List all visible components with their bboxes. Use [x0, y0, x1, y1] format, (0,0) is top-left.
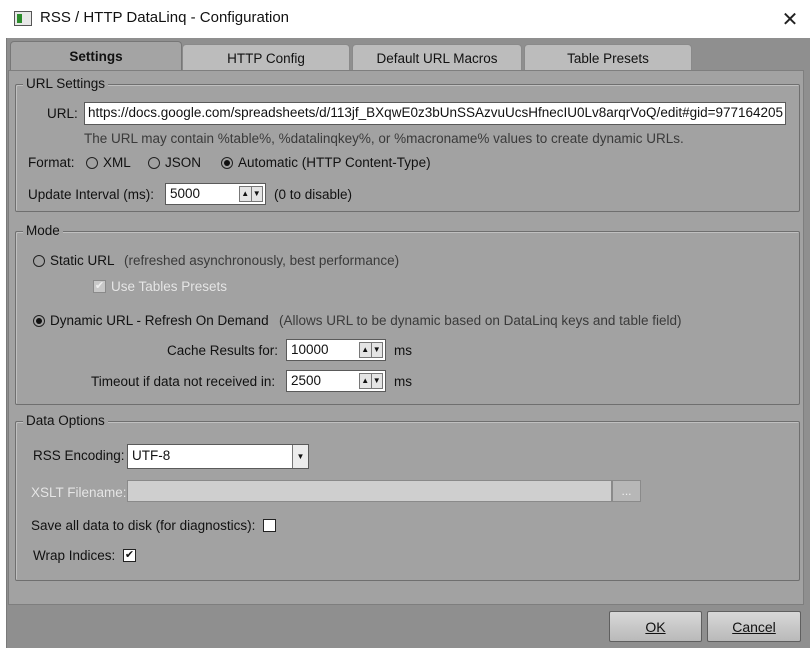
format-xml-radio[interactable] [86, 157, 98, 169]
use-tables-presets-label: Use Tables Presets [111, 279, 228, 294]
cache-results-stepper[interactable]: 10000 ▲ ▼ [286, 339, 386, 361]
timeout-stepper[interactable]: 2500 ▲ ▼ [286, 370, 386, 392]
format-json-radio[interactable] [148, 157, 160, 169]
spin-down-icon[interactable]: ▼ [370, 374, 383, 388]
rss-encoding-select[interactable]: UTF-8 ▼ [127, 444, 309, 469]
cache-results-unit: ms [394, 343, 412, 358]
save-disk-label: Save all data to disk (for diagnostics): [31, 518, 256, 533]
update-interval-hint: (0 to disable) [274, 187, 353, 202]
update-interval-spin-buttons[interactable]: ▲ ▼ [239, 186, 263, 202]
url-label: URL: [47, 106, 78, 121]
tab-settings[interactable]: Settings [10, 41, 182, 71]
format-automatic-radio[interactable] [221, 157, 233, 169]
spin-up-icon[interactable]: ▲ [240, 187, 251, 201]
timeout-spin-buttons[interactable]: ▲ ▼ [359, 373, 383, 389]
chevron-down-icon[interactable]: ▼ [292, 445, 308, 468]
window-title: RSS / HTTP DataLinq - Configuration [40, 9, 290, 26]
static-url-radio[interactable] [33, 255, 45, 267]
format-automatic-label[interactable]: Automatic (HTTP Content-Type) [238, 155, 431, 170]
update-interval-label: Update Interval (ms): [28, 187, 155, 202]
xslt-filename-label: XSLT Filename: [31, 485, 127, 500]
data-options-legend: Data Options [23, 413, 108, 428]
tab-default-url-macros[interactable]: Default URL Macros [352, 44, 522, 71]
xslt-filename-input[interactable] [127, 480, 612, 502]
dynamic-url-hint: (Allows URL to be dynamic based on DataL… [279, 313, 682, 328]
xslt-browse-button[interactable]: ... [612, 480, 641, 502]
ok-button-label[interactable]: OK [645, 619, 665, 635]
spin-up-icon[interactable]: ▲ [360, 343, 371, 357]
url-hint: The URL may contain %table%, %datalinqke… [84, 131, 684, 146]
close-icon[interactable]: ✕ [772, 2, 808, 36]
format-xml-label[interactable]: XML [103, 155, 131, 170]
wrap-indices-label: Wrap Indices: [33, 548, 116, 563]
app-window-icon [14, 11, 32, 26]
wrap-indices-checkbox[interactable]: ✔ [123, 549, 136, 562]
save-disk-checkbox[interactable] [263, 519, 276, 532]
tab-http-config[interactable]: HTTP Config [182, 44, 350, 71]
title-bar: RSS / HTTP DataLinq - Configuration ✕ [0, 0, 810, 38]
spin-down-icon[interactable]: ▼ [370, 343, 383, 357]
dynamic-url-label[interactable]: Dynamic URL - Refresh On Demand [50, 313, 269, 328]
timeout-value[interactable]: 2500 [291, 373, 321, 388]
url-settings-legend: URL Settings [23, 76, 109, 91]
rss-encoding-value[interactable]: UTF-8 [132, 448, 170, 463]
cancel-button[interactable]: Cancel [707, 611, 801, 642]
rss-encoding-label: RSS Encoding: [33, 448, 125, 463]
cache-results-spin-buttons[interactable]: ▲ ▼ [359, 342, 383, 358]
static-url-label[interactable]: Static URL [50, 253, 115, 268]
dynamic-url-radio[interactable] [33, 315, 45, 327]
update-interval-value[interactable]: 5000 [170, 186, 200, 201]
format-label: Format: [28, 155, 75, 170]
cache-results-label: Cache Results for: [167, 343, 279, 358]
spin-down-icon[interactable]: ▼ [250, 187, 263, 201]
timeout-unit: ms [394, 374, 412, 389]
timeout-label: Timeout if data not received in: [91, 374, 276, 389]
ok-button[interactable]: OK [609, 611, 702, 642]
static-url-hint: (refreshed asynchronously, best performa… [124, 253, 400, 268]
cache-results-value[interactable]: 10000 [291, 342, 329, 357]
mode-legend: Mode [23, 223, 63, 238]
tab-table-presets[interactable]: Table Presets [524, 44, 692, 71]
spin-up-icon[interactable]: ▲ [360, 374, 371, 388]
cancel-button-label[interactable]: Cancel [732, 619, 776, 635]
url-input[interactable]: https://docs.google.com/spreadsheets/d/1… [84, 102, 786, 125]
use-tables-presets-checkbox[interactable]: ✔ [93, 280, 106, 293]
update-interval-stepper[interactable]: 5000 ▲ ▼ [165, 183, 266, 205]
format-json-label[interactable]: JSON [165, 155, 201, 170]
